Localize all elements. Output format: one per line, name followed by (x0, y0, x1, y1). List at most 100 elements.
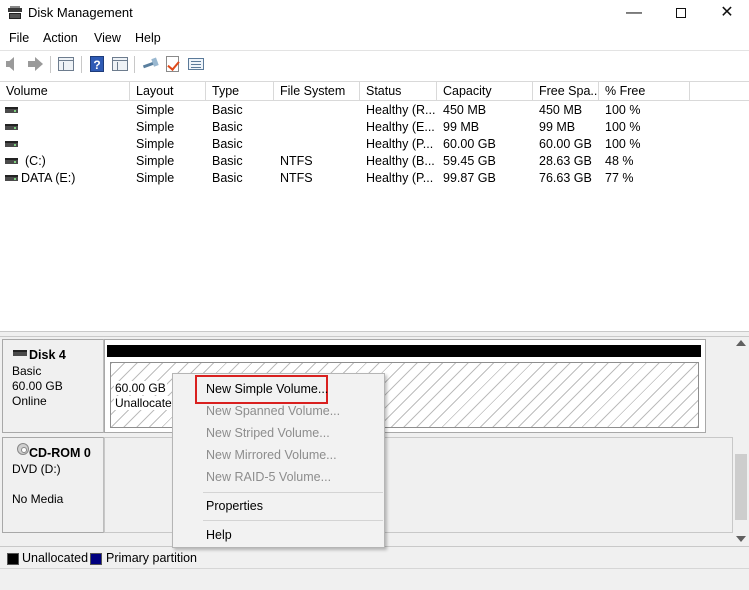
forward-button[interactable] (27, 56, 45, 73)
menu-bar: File Action View Help (0, 28, 749, 50)
menu-new-raid5-volume[interactable]: New RAID-5 Volume... (206, 470, 331, 484)
disk-size: 60.00 GB (12, 379, 63, 393)
cell-type: Basic (212, 103, 243, 117)
cell-status: Healthy (R... (366, 103, 436, 117)
menu-new-simple-volume[interactable]: New Simple Volume... (206, 382, 328, 396)
menu-separator (203, 520, 383, 521)
scroll-up-icon[interactable] (736, 340, 746, 346)
cell-layout: Simple (136, 137, 175, 151)
column-header-empty (690, 82, 749, 101)
column-header-layout[interactable]: Layout (130, 82, 206, 101)
toolbar: ? (0, 51, 749, 77)
maximize-button[interactable] (658, 0, 704, 27)
cell-status: Healthy (P... (366, 171, 434, 185)
cell-capacity: 59.45 GB (443, 154, 496, 168)
column-header-capacity[interactable]: Capacity (437, 82, 533, 101)
column-header-volume[interactable]: Volume (0, 82, 130, 101)
help-button[interactable]: ? (89, 56, 107, 73)
cell-file-system: NTFS (280, 171, 313, 185)
cell-layout: Simple (136, 154, 175, 168)
menu-new-mirrored-volume[interactable]: New Mirrored Volume... (206, 448, 337, 462)
column-header-status[interactable]: Status (360, 82, 437, 101)
table-row[interactable]: Simple Basic Healthy (P... 60.00 GB 60.0… (0, 136, 749, 153)
menu-properties[interactable]: Properties (206, 499, 263, 513)
unallocated-color-bar (107, 345, 701, 357)
primary-partition-swatch (90, 553, 102, 565)
cell-capacity: 99.87 GB (443, 171, 496, 185)
column-header-file-system[interactable]: File System (274, 82, 360, 101)
scroll-down-icon[interactable] (736, 536, 746, 542)
legend-primary-partition: Primary partition (106, 551, 197, 565)
cell-percent-free: 77 % (605, 171, 634, 185)
disk-state: Online (12, 394, 47, 408)
unallocated-swatch (7, 553, 19, 565)
cell-free-space: 450 MB (539, 103, 583, 117)
cd-rom-0-label[interactable]: CD-ROM 0 DVD (D:) No Media (2, 437, 104, 533)
volume-list[interactable]: Volume Layout Type File System Status Ca… (0, 81, 749, 331)
column-header-free-space[interactable]: Free Spa... (533, 82, 599, 101)
show-hide-console-tree-button[interactable] (57, 56, 75, 73)
properties-button[interactable] (111, 56, 129, 73)
menu-separator (203, 492, 383, 493)
menu-new-spanned-volume[interactable]: New Spanned Volume... (206, 404, 340, 418)
cell-capacity: 450 MB (443, 103, 487, 117)
menu-new-striped-volume[interactable]: New Striped Volume... (206, 426, 330, 440)
title-bar: Disk Management — ✕ (0, 0, 749, 27)
disk-4-label[interactable]: Disk 4 Basic 60.00 GB Online (2, 339, 104, 433)
cell-free-space: 60.00 GB (539, 137, 592, 151)
disk-icon (13, 350, 27, 356)
cell-percent-free: 48 % (605, 154, 634, 168)
window-title: Disk Management (28, 5, 133, 20)
cell-type: Basic (212, 154, 243, 168)
volume-icon (5, 158, 18, 164)
properties-icon (112, 57, 128, 71)
cell-percent-free: 100 % (605, 120, 641, 134)
disk-type: Basic (12, 364, 42, 378)
toolbar-divider (81, 56, 82, 73)
partition-status: Unallocated (114, 396, 180, 410)
cd-rom-drive: DVD (D:) (12, 462, 61, 476)
checklist-button[interactable] (164, 56, 182, 73)
cell-free-space: 99 MB (539, 120, 576, 134)
cell-percent-free: 100 % (605, 137, 641, 151)
table-row[interactable]: Simple Basic Healthy (R... 450 MB 450 MB… (0, 102, 749, 119)
table-row[interactable]: Simple Basic Healthy (E... 99 MB 99 MB 1… (0, 119, 749, 136)
table-row[interactable]: DATA (E:) Simple Basic NTFS Healthy (P..… (0, 170, 749, 187)
cell-percent-free: 100 % (605, 103, 641, 117)
volume-list-icon (188, 58, 204, 70)
menu-file[interactable]: File (9, 31, 29, 45)
cell-layout: Simple (136, 103, 175, 117)
cell-capacity: 60.00 GB (443, 137, 496, 151)
column-header-type[interactable]: Type (206, 82, 274, 101)
menu-view[interactable]: View (94, 31, 121, 45)
legend-unallocated: Unallocated (22, 551, 89, 565)
cell-file-system: NTFS (280, 154, 313, 168)
cell-layout: Simple (136, 120, 175, 134)
cell-status: Healthy (E... (366, 120, 435, 134)
scroll-thumb[interactable] (735, 454, 747, 520)
table-row[interactable]: (C:) Simple Basic NTFS Healthy (B... 59.… (0, 153, 749, 170)
partition-size: 60.00 GB (114, 381, 167, 395)
checklist-icon (166, 56, 179, 72)
disk-management-app-icon (8, 6, 22, 20)
back-button[interactable] (5, 56, 23, 73)
toolbar-divider (50, 56, 51, 73)
cd-rom-name: CD-ROM 0 (29, 446, 91, 460)
forward-arrow-icon (28, 57, 43, 71)
column-header-percent-free[interactable]: % Free (599, 82, 690, 101)
cell-free-space: 28.63 GB (539, 154, 592, 168)
cell-status: Healthy (P... (366, 137, 434, 151)
menu-action[interactable]: Action (43, 31, 78, 45)
vertical-scrollbar[interactable] (733, 337, 749, 546)
cd-rom-icon (17, 443, 29, 455)
console-tree-icon (58, 57, 74, 71)
rescan-disks-button[interactable] (141, 56, 159, 73)
volume-list-button[interactable] (187, 56, 205, 73)
help-icon: ? (90, 56, 104, 72)
menu-help[interactable]: Help (135, 31, 161, 45)
cell-type: Basic (212, 137, 243, 151)
status-bar (0, 568, 749, 590)
minimize-button[interactable]: — (611, 0, 657, 27)
close-button[interactable]: ✕ (704, 0, 749, 27)
menu-help-item[interactable]: Help (206, 528, 232, 542)
